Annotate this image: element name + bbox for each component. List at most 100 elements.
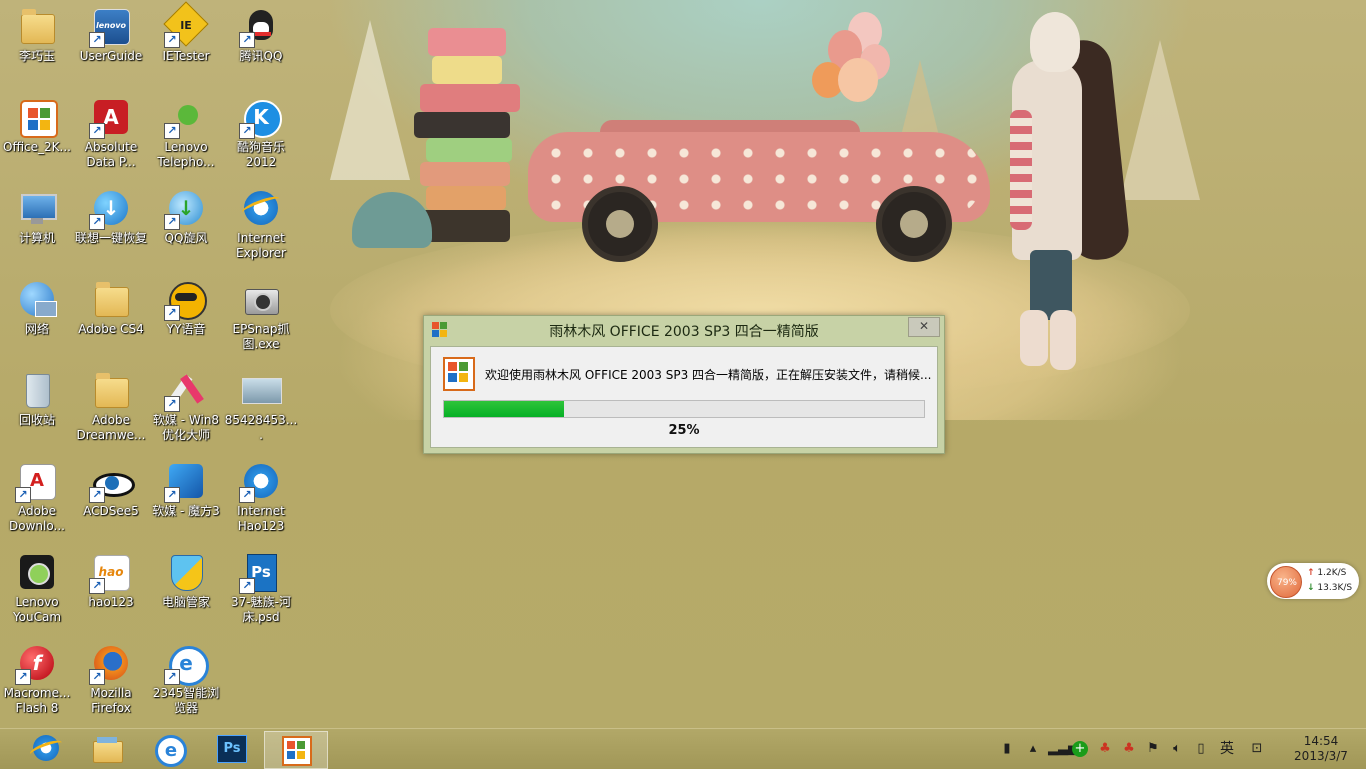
net-speed-widget[interactable]: 79% ↑ 1.2K/S ↓ 13.3K/S: [1267, 563, 1359, 599]
shortcut-arrow-icon: ↗: [164, 396, 180, 412]
wallpaper-suitcase: [420, 210, 510, 242]
desktop-icon-adobe-dreamweaver[interactable]: Adobe Dreamwe...: [74, 364, 148, 443]
volume-icon[interactable]: 🔈︎: [1168, 740, 1186, 758]
desktop-icon-label: 电脑管家: [161, 595, 210, 609]
desktop-icon-hao123[interactable]: hao ↗ hao123: [74, 546, 148, 610]
shortcut-arrow-icon: ↗: [89, 123, 105, 139]
desktop-icon-firefox[interactable]: ↗ Mozilla Firefox: [74, 637, 148, 716]
desktop-icon-label: 回收站: [18, 413, 55, 427]
show-hidden-icons-icon[interactable]: ▴: [1024, 740, 1042, 758]
desktop-icon-label: QQ旋风: [164, 231, 208, 245]
desktop-icon-label: Macrome... Flash 8: [3, 686, 71, 715]
folder-icon: [95, 282, 129, 317]
shortcut-arrow-icon: ↗: [164, 123, 180, 139]
desktop-icon-userguide[interactable]: lenovo ↗ UserGuide: [74, 0, 148, 64]
desktop-icon-label: EPSnap抓图.exe: [232, 322, 290, 351]
computer-icon: [21, 194, 57, 220]
wallpaper-suitcase: [420, 162, 510, 186]
signal-strength-icon[interactable]: ▂▃▅: [1048, 740, 1078, 758]
shortcut-arrow-icon: ↗: [89, 32, 105, 48]
desktop-icon-label: Adobe Dreamwe...: [76, 413, 146, 442]
desktop-icon-adobe-cs4[interactable]: Adobe CS4: [74, 273, 148, 337]
shortcut-arrow-icon: ↗: [89, 214, 105, 230]
network-tray-icon[interactable]: ▯: [1192, 740, 1210, 758]
shortcut-arrow-icon: ↗: [15, 669, 31, 685]
dialog-titlebar[interactable]: 雨林木风 OFFICE 2003 SP3 四合一精简版 ✕: [424, 316, 944, 344]
desktop-icon-lenovo-telephony[interactable]: ↗ Lenovo Telepho...: [149, 91, 223, 170]
desktop-icon-win8-optimizer[interactable]: ↗ 软媒 - Win8优化大师: [149, 364, 223, 443]
desktop-icon-lenovo-recovery[interactable]: ↓ ↗ 联想一键恢复: [74, 182, 148, 246]
upload-arrow-icon: ↑: [1307, 568, 1315, 578]
close-button[interactable]: ✕: [908, 317, 940, 337]
shortcut-arrow-icon: ↗: [164, 32, 180, 48]
clock-time: 14:54: [1303, 734, 1339, 748]
system-tray: ▮ ▴ ▂▃▅ + ♣ ♣ ⚑ 🔈︎ ▯ 英 ⊡ 14:54 2013/3/7: [0, 729, 1366, 769]
desktop-icon-label: 37-魅族-河床.psd: [231, 595, 291, 624]
desktop-icon-browser-2345[interactable]: e ↗ 2345智能浏览器: [149, 637, 223, 716]
memory-usage-ball-icon: 79%: [1270, 566, 1302, 598]
clock[interactable]: 14:54 2013/3/7: [1284, 734, 1358, 764]
installer-dialog: 雨林木风 OFFICE 2003 SP3 四合一精简版 ✕ 欢迎使用雨林木风 O…: [423, 315, 945, 454]
desktop-icon-office-installer[interactable]: Office_2K...: [0, 91, 74, 155]
progress-percent: 25%: [668, 423, 700, 438]
office-installer-icon: [443, 357, 475, 391]
desktop-icon-ietester[interactable]: IE ↗ IETester: [149, 0, 223, 64]
download-speed: ↓ 13.3K/S: [1307, 583, 1352, 593]
shortcut-arrow-icon: ↗: [89, 487, 105, 503]
desktop-icon-label: 2345智能浏览器: [152, 686, 220, 715]
shortcut-arrow-icon: ↗: [239, 578, 255, 594]
desktop-icon-label: Lenovo YouCam: [12, 595, 62, 624]
desktop-icon-acdsee[interactable]: ↗ ACDSee5: [74, 455, 148, 519]
desktop-icon-label: 软媒 - Win8优化大师: [152, 413, 220, 442]
shortcut-arrow-icon: ↗: [15, 487, 31, 503]
office-installer-icon: [20, 100, 58, 138]
wallpaper-tree: [330, 20, 410, 180]
desktop-icon-qq-xuanfeng[interactable]: ↓ ↗ QQ旋风: [149, 182, 223, 246]
progress-fill: [444, 401, 564, 417]
desktop-icon-label: IETester: [162, 49, 210, 63]
desktop-icon-label: 酷狗音乐 2012: [236, 140, 285, 169]
desktop-icon-mofang[interactable]: ↗ 软媒 - 魔方3: [149, 455, 223, 519]
desktop-icon-label: 李巧玉: [18, 49, 55, 63]
desktop-icon-label: Adobe CS4: [78, 322, 144, 336]
desktop-icon-label: 85428453....: [224, 413, 298, 442]
keyboard-icon[interactable]: ⊡: [1248, 740, 1266, 758]
desktop-icon-image-file[interactable]: 85428453....: [224, 364, 298, 443]
wallpaper-suitcase: [426, 186, 506, 210]
desktop-icon-absolute-data[interactable]: A ↗ Absolute Data P...: [74, 91, 148, 170]
wallpaper-suitcase: [420, 84, 520, 112]
desktop-icon-computer[interactable]: 计算机: [0, 182, 74, 246]
qq-tray-icon[interactable]: ♣: [1120, 740, 1138, 758]
shortcut-arrow-icon: ↗: [164, 305, 180, 321]
qq-tray-icon[interactable]: ♣: [1096, 740, 1114, 758]
close-icon: ✕: [918, 319, 930, 333]
desktop-icon-adobe-download[interactable]: A ↗ Adobe Downlo...: [0, 455, 74, 534]
wallpaper-suitcase: [432, 56, 502, 84]
add-green-icon[interactable]: +: [1072, 741, 1088, 757]
battery-icon[interactable]: ▮: [998, 740, 1016, 758]
ime-language-indicator[interactable]: 英: [1218, 740, 1236, 758]
desktop-icon-network[interactable]: 网络: [0, 273, 74, 337]
desktop-icon-epsnap[interactable]: EPSnap抓图.exe: [224, 273, 298, 352]
user-folder-icon: [21, 9, 55, 44]
desktop-icon-kugou[interactable]: K ↗ 酷狗音乐 2012: [224, 91, 298, 170]
desktop-icon-yy-voice[interactable]: ↗ YY语音: [149, 273, 223, 337]
desktop-icon-li-qiao-yu[interactable]: 李巧玉: [0, 0, 74, 64]
desktop-icon-qq[interactable]: ↗ 腾讯QQ: [224, 0, 298, 64]
shortcut-arrow-icon: ↗: [164, 214, 180, 230]
desktop-icon-internet-explorer[interactable]: Internet Explorer: [224, 182, 298, 261]
download-arrow-icon: ↓: [1307, 583, 1315, 593]
desktop-icon-psd-file[interactable]: Ps ↗ 37-魅族-河床.psd: [224, 546, 298, 625]
dialog-message: 欢迎使用雨林木风 OFFICE 2003 SP3 四合一精简版，正在解压安装文件…: [485, 368, 932, 382]
desktop-icon-label: Absolute Data P...: [84, 140, 138, 169]
shortcut-arrow-icon: ↗: [164, 487, 180, 503]
desktop-icon-recycle-bin[interactable]: 回收站: [0, 364, 74, 428]
desktop-icon-pc-manager[interactable]: 电脑管家: [149, 546, 223, 610]
desktop-icon-flash[interactable]: f ↗ Macrome... Flash 8: [0, 637, 74, 716]
desktop-icon-lenovo-youcam[interactable]: Lenovo YouCam: [0, 546, 74, 625]
desktop-icon-internet-hao123[interactable]: ↗ Internet Hao123: [224, 455, 298, 534]
wallpaper-balloon: [838, 58, 878, 102]
desktop-icon-label: Lenovo Telepho...: [157, 140, 215, 169]
desktop-icon-label: 网络: [24, 322, 49, 336]
action-center-flag-icon[interactable]: ⚑: [1144, 740, 1162, 758]
